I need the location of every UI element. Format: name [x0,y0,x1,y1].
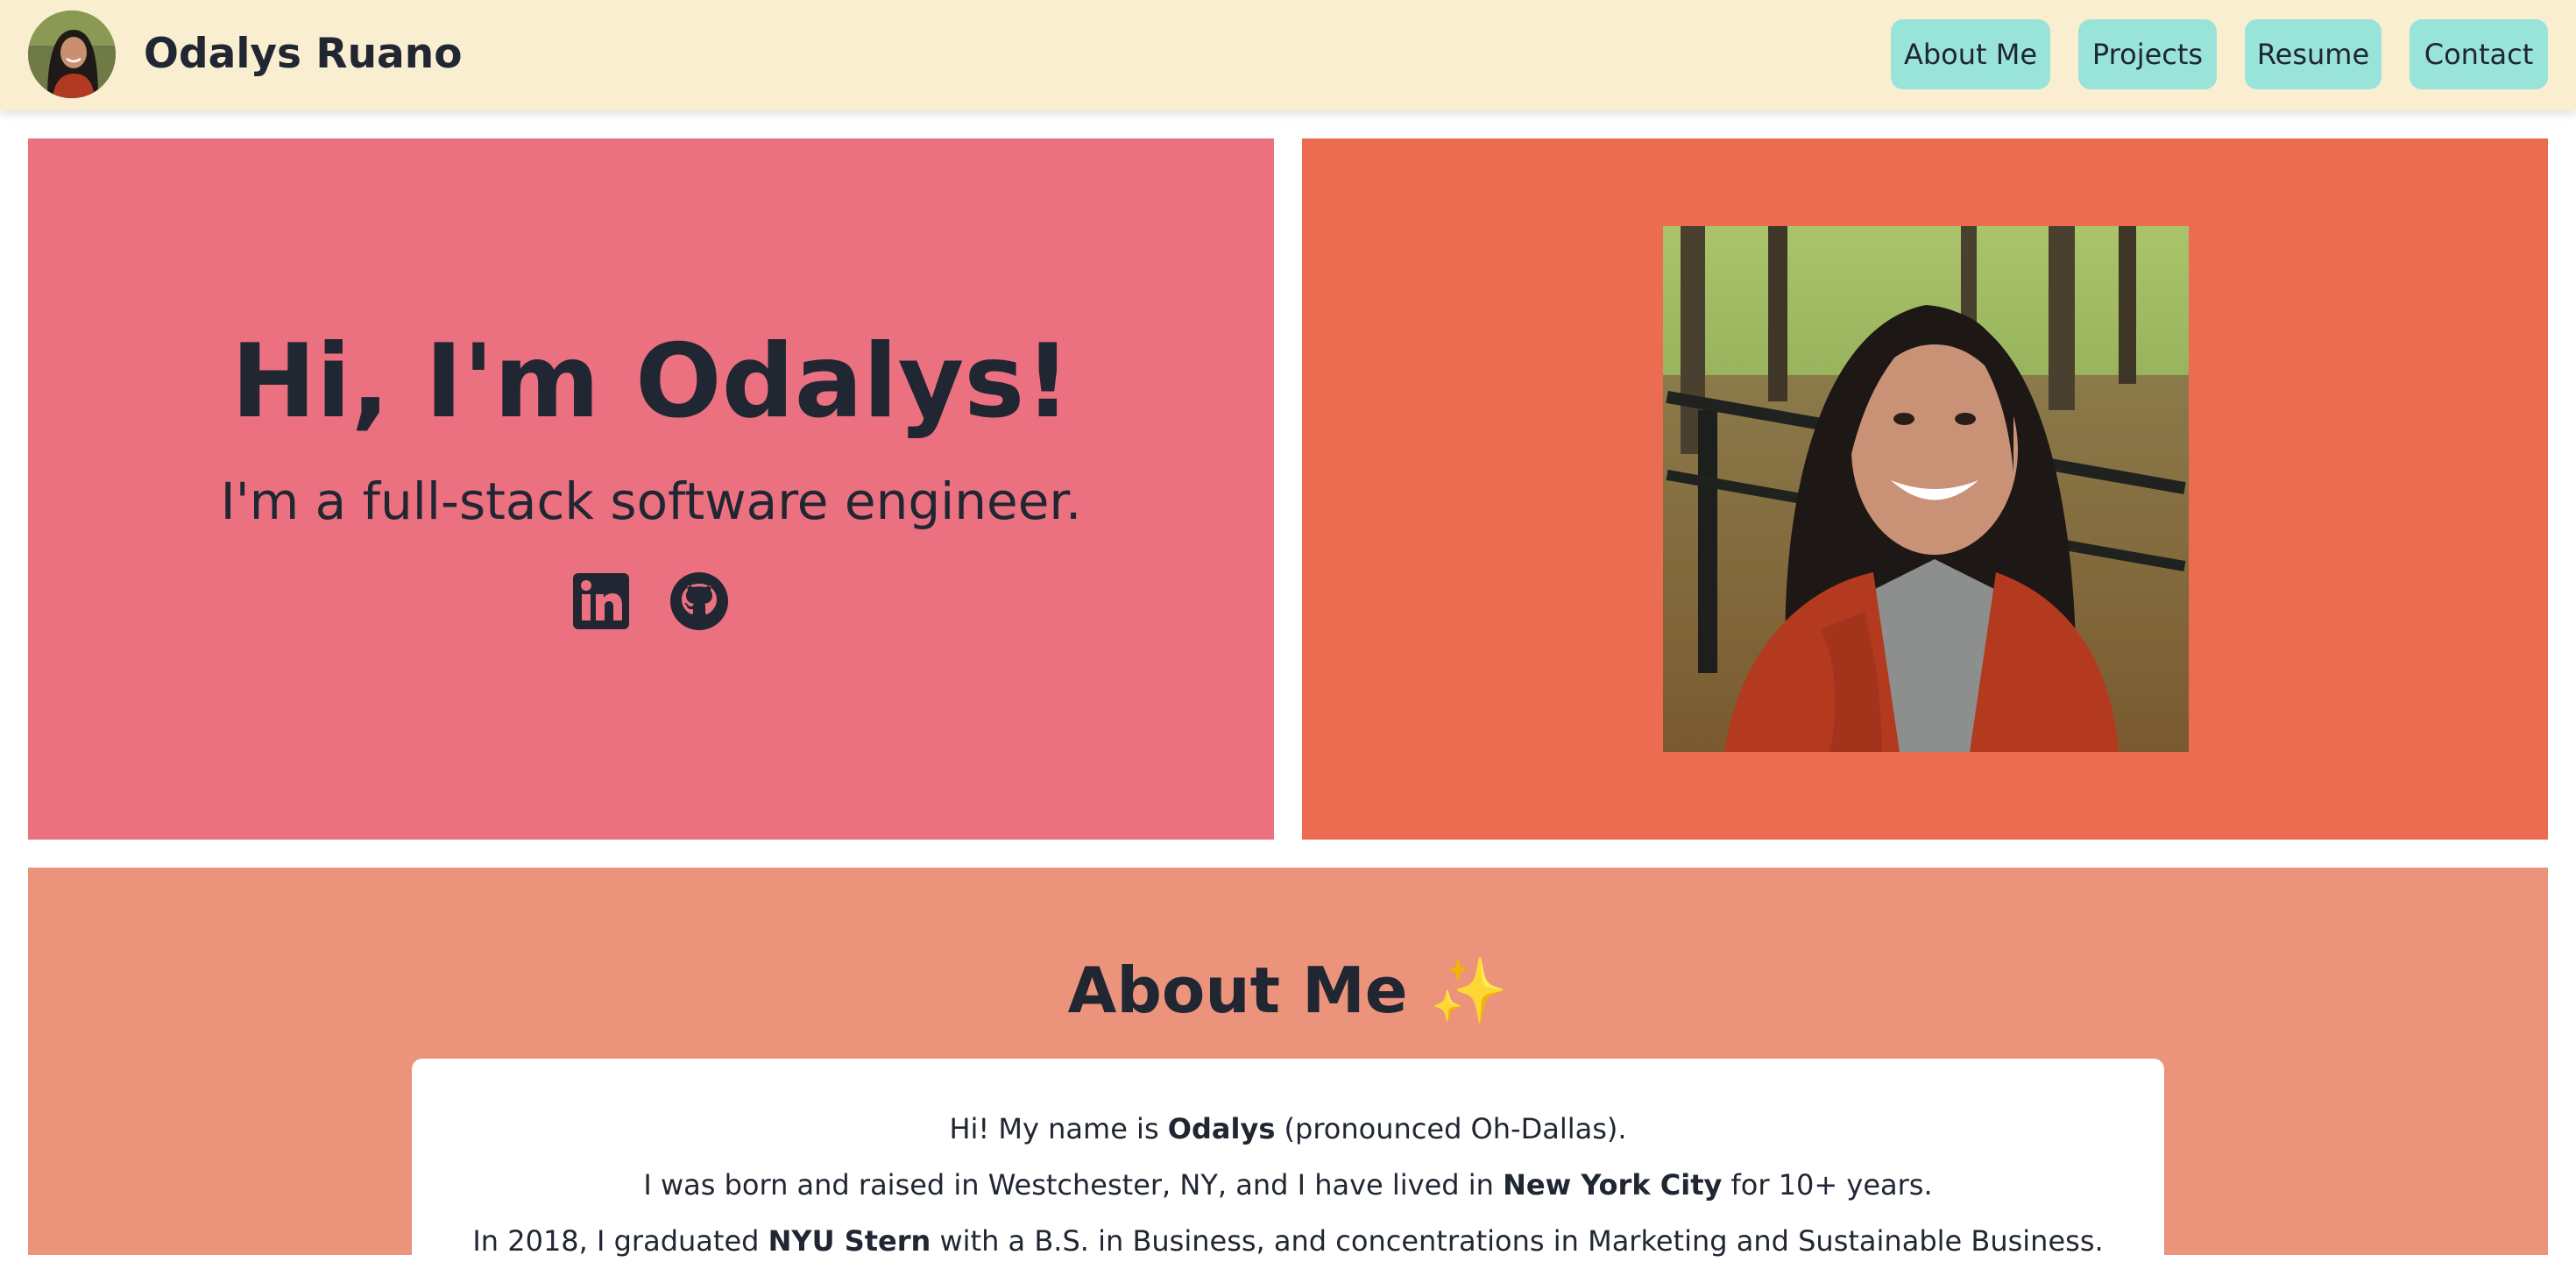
about-line: In 2018, I graduated NYU Stern with a B.… [472,1224,2104,1258]
nav-about-me-button[interactable]: About Me [1891,19,2050,89]
nav-contact-button[interactable]: Contact [2410,19,2548,89]
site-name[interactable]: Odalys Ruano [144,26,463,82]
nav-projects-button[interactable]: Projects [2078,19,2217,89]
site-header: Odalys Ruano About Me Projects Resume Co… [0,0,2576,110]
about-line: Hi! My name is Odalys (pronounced Oh-Dal… [949,1112,1627,1145]
hero-subheading: I'm a full-stack software engineer. [220,471,1082,531]
github-icon[interactable] [669,571,729,631]
avatar-image [28,11,116,98]
nav-resume-button[interactable]: Resume [2245,19,2381,89]
linkedin-icon[interactable] [571,571,631,631]
about-line: I was born and raised in Westchester, NY… [643,1168,1933,1202]
about-title-text: About Me [1067,954,1408,1027]
about-title: About Me ✨ [0,948,2576,1032]
sparkles-icon: ✨ [1429,954,1509,1027]
hero-heading: Hi, I'm Odalys! [230,323,1072,441]
avatar[interactable] [28,11,116,98]
profile-photo [1663,226,2189,752]
